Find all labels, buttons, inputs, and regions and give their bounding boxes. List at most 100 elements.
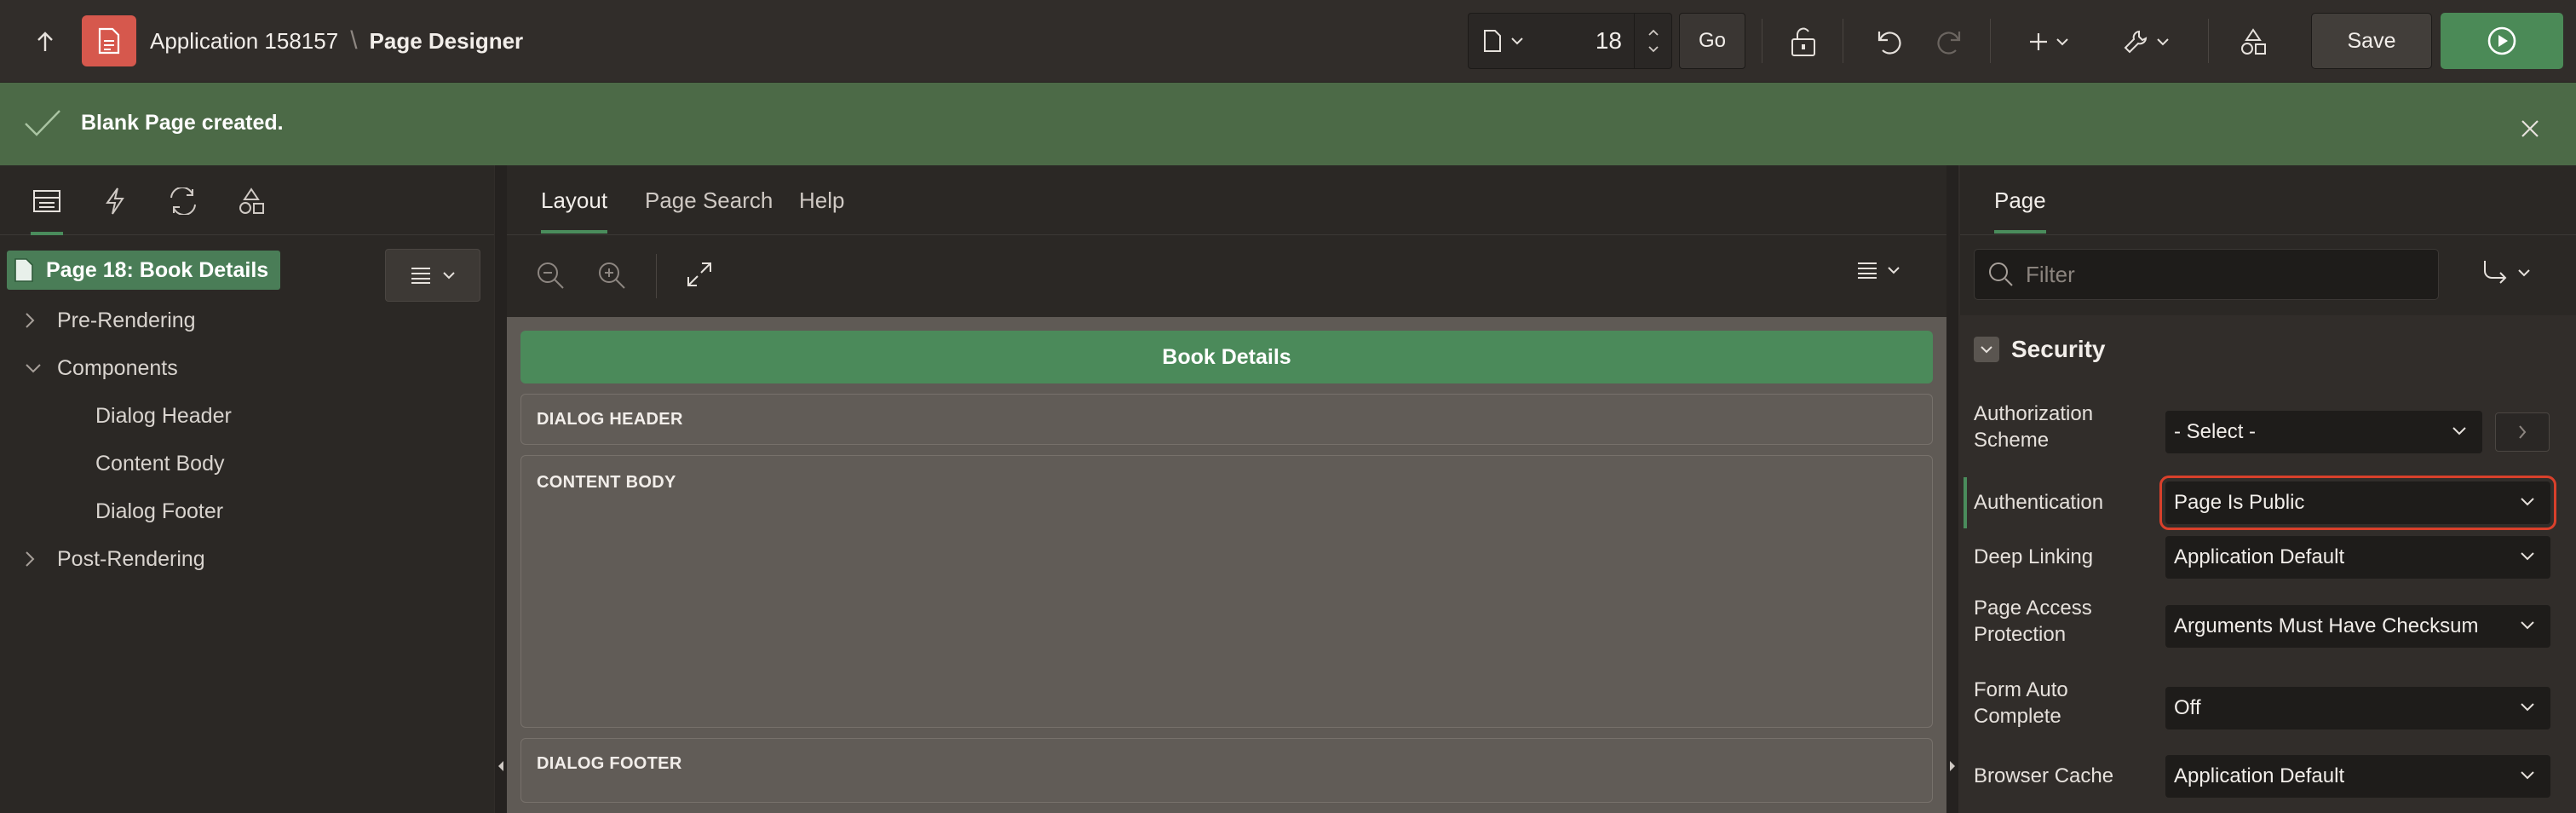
tree-node-label: Components bbox=[57, 356, 178, 380]
chevron-down-icon bbox=[2521, 498, 2534, 506]
chevron-down-icon bbox=[2518, 269, 2530, 277]
right-splitter[interactable] bbox=[1946, 165, 1958, 813]
label-authorization-scheme: Authorization Scheme bbox=[1974, 402, 2094, 452]
region-content-body[interactable]: CONTENT BODY bbox=[520, 455, 1933, 728]
label-page-access-protection: Page Access Protection bbox=[1974, 597, 2092, 646]
center-pane-tabs: Layout Page Search Help bbox=[507, 165, 1946, 235]
tree-node-components[interactable]: Components bbox=[26, 356, 178, 381]
select-deep-linking[interactable]: Application Default bbox=[2165, 536, 2550, 579]
tree-node-pre-rendering[interactable]: Pre-Rendering bbox=[26, 308, 196, 333]
region-dialog-footer[interactable]: DIALOG FOOTER bbox=[520, 738, 1933, 803]
save-button[interactable]: Save bbox=[2311, 13, 2432, 69]
up-arrow-button[interactable] bbox=[24, 24, 66, 60]
chevron-down-icon bbox=[2452, 427, 2466, 435]
chevron-down-icon bbox=[2521, 703, 2534, 712]
filter-input[interactable] bbox=[2026, 261, 2418, 288]
redo-button[interactable] bbox=[1929, 22, 1971, 61]
tree-node-content-body[interactable]: Content Body bbox=[95, 452, 225, 476]
left-pane-tabs bbox=[0, 165, 494, 235]
select-value: Off bbox=[2174, 696, 2201, 719]
chevron-down-icon bbox=[443, 272, 455, 280]
select-value: Application Default bbox=[2174, 764, 2345, 787]
page-selector: 18 bbox=[1468, 13, 1672, 69]
go-to-authorization-scheme-button[interactable] bbox=[2495, 412, 2550, 452]
run-page-button[interactable] bbox=[2441, 13, 2563, 69]
chevron-down-icon bbox=[1981, 346, 1992, 354]
chevron-up-icon[interactable] bbox=[1647, 29, 1659, 37]
tree-node-dialog-footer[interactable]: Dialog Footer bbox=[95, 499, 223, 524]
center-pane: Layout Page Search Help Book Details DIA… bbox=[507, 165, 1946, 813]
left-splitter[interactable] bbox=[495, 165, 507, 813]
create-menu-button[interactable] bbox=[2019, 22, 2079, 61]
chevron-down-icon[interactable] bbox=[25, 363, 42, 373]
filter-field[interactable] bbox=[1974, 249, 2439, 300]
left-pane: Page 18: Book Details Pre-Rendering Comp… bbox=[0, 165, 494, 813]
shapes-icon bbox=[239, 187, 264, 214]
select-form-auto-complete[interactable]: Off bbox=[2165, 687, 2550, 729]
region-label: CONTENT BODY bbox=[537, 473, 676, 492]
chevron-down-icon bbox=[2056, 38, 2068, 46]
select-page-access-protection[interactable]: Arguments Must Have Checksum bbox=[2165, 605, 2550, 648]
tree-node-dialog-header[interactable]: Dialog Header bbox=[95, 404, 232, 429]
select-authorization-scheme[interactable]: - Select - bbox=[2165, 411, 2482, 453]
layout-options-menu[interactable] bbox=[1856, 261, 1900, 280]
shared-components-button[interactable] bbox=[2232, 22, 2274, 61]
region-dialog-header[interactable]: DIALOG HEADER bbox=[520, 394, 1933, 445]
zoom-out-icon[interactable] bbox=[536, 261, 565, 290]
select-value: Page Is Public bbox=[2174, 491, 2305, 514]
go-button[interactable]: Go bbox=[1679, 13, 1745, 69]
success-banner: Blank Page created. bbox=[0, 83, 2576, 165]
page-number-stepper[interactable] bbox=[1634, 14, 1671, 68]
select-browser-cache[interactable]: Application Default bbox=[2165, 755, 2550, 798]
tab-dynamic-actions[interactable] bbox=[94, 182, 136, 220]
chevron-right-icon[interactable] bbox=[25, 312, 35, 329]
collapse-toggle[interactable] bbox=[1974, 337, 1999, 362]
expand-icon[interactable] bbox=[686, 261, 713, 288]
page-number-input[interactable]: 18 bbox=[1538, 14, 1634, 68]
select-authentication[interactable]: Page Is Public bbox=[2159, 476, 2556, 530]
tab-processing[interactable] bbox=[162, 182, 204, 220]
toolbar-divider bbox=[1990, 19, 1991, 63]
tab-page-search[interactable]: Page Search bbox=[645, 187, 773, 214]
unlock-icon bbox=[1791, 27, 1815, 56]
collapse-left-icon[interactable] bbox=[497, 760, 504, 772]
go-to-group-button[interactable] bbox=[2481, 259, 2531, 286]
chevron-down-icon bbox=[1511, 37, 1523, 45]
tab-help[interactable]: Help bbox=[799, 187, 844, 214]
page-icon bbox=[14, 258, 33, 282]
undo-button[interactable] bbox=[1867, 22, 1910, 61]
tree-root-page[interactable]: Page 18: Book Details bbox=[7, 251, 281, 290]
select-value: - Select - bbox=[2174, 420, 2257, 443]
section-security-header[interactable]: Security bbox=[1974, 336, 2106, 363]
checkmark-icon bbox=[25, 110, 60, 136]
app-document-icon bbox=[98, 27, 120, 55]
tree-node-post-rendering[interactable]: Post-Rendering bbox=[26, 547, 205, 572]
banner-close-button[interactable] bbox=[2515, 113, 2545, 144]
property-editor-tabs: Page bbox=[1960, 165, 2576, 235]
app-icon[interactable] bbox=[82, 15, 136, 66]
select-value: Application Default bbox=[2174, 545, 2345, 568]
label-deep-linking: Deep Linking bbox=[1974, 545, 2094, 568]
tab-rendering[interactable] bbox=[26, 182, 68, 235]
chevron-right-icon[interactable] bbox=[25, 551, 35, 568]
toolbar-divider bbox=[2208, 19, 2209, 63]
page-title-bar[interactable]: Book Details bbox=[520, 331, 1933, 383]
app-name-link[interactable]: Application 158157 bbox=[150, 28, 338, 55]
zoom-in-icon[interactable] bbox=[597, 261, 626, 290]
chevron-down-icon[interactable] bbox=[1647, 45, 1659, 53]
page-finder-button[interactable] bbox=[1469, 14, 1538, 68]
label-browser-cache: Browser Cache bbox=[1974, 764, 2114, 787]
utilities-menu-button[interactable] bbox=[2116, 22, 2176, 61]
tab-shared-components[interactable] bbox=[230, 182, 273, 220]
tab-page[interactable]: Page bbox=[1994, 187, 2046, 234]
tab-layout[interactable]: Layout bbox=[541, 187, 608, 234]
tree-options-menu[interactable] bbox=[385, 249, 480, 302]
play-circle-icon bbox=[2487, 26, 2516, 55]
go-to-icon bbox=[2484, 261, 2507, 284]
processing-icon bbox=[170, 187, 196, 215]
collapse-right-icon[interactable] bbox=[1949, 760, 1956, 772]
property-editor: Page Security Authorization Scheme - Sel… bbox=[1960, 165, 2576, 813]
lock-page-button[interactable] bbox=[1782, 22, 1825, 61]
property-list: Security Authorization Scheme - Select -… bbox=[1960, 315, 2576, 813]
rendering-tree-icon bbox=[33, 190, 60, 212]
